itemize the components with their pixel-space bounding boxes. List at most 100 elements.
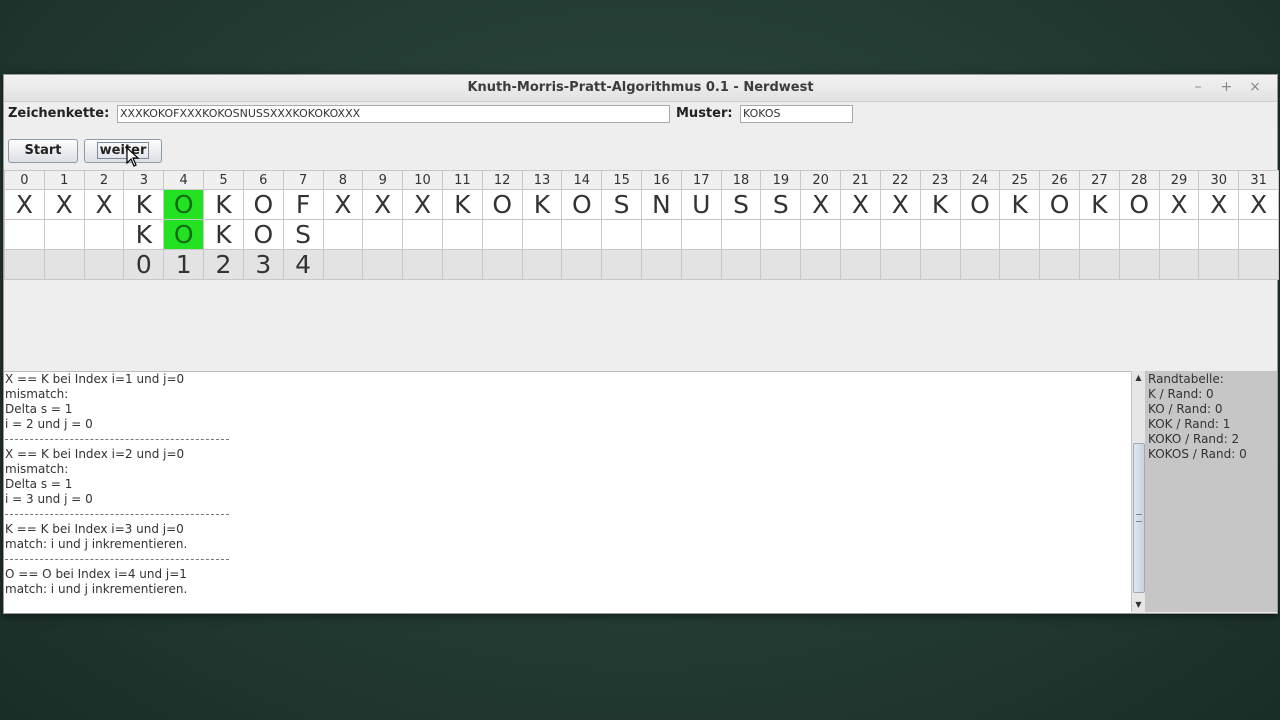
pattern-cell bbox=[1158, 219, 1200, 250]
scroll-up-icon[interactable]: ▲ bbox=[1132, 372, 1145, 384]
pattern-cell bbox=[601, 219, 642, 250]
index-cell: 9 bbox=[362, 170, 404, 190]
maximize-icon[interactable]: + bbox=[1215, 79, 1239, 95]
pattern-cell bbox=[840, 219, 881, 250]
prefix-cell bbox=[641, 249, 682, 280]
index-cell: 17 bbox=[680, 170, 722, 190]
prefix-cell: 1 bbox=[163, 249, 205, 280]
prefix-cell bbox=[322, 249, 364, 280]
window-title: Knuth-Morris-Pratt-Algorithmus 0.1 - Ner… bbox=[467, 80, 814, 95]
prefix-cell bbox=[1078, 249, 1120, 280]
text-cell: U bbox=[680, 189, 722, 220]
log-scrollbar[interactable]: ▲ ▼ bbox=[1131, 371, 1145, 612]
prefix-cell bbox=[1039, 249, 1080, 280]
text-cell: O bbox=[561, 189, 603, 220]
mouse-cursor-icon bbox=[126, 147, 140, 167]
pattern-cell bbox=[561, 219, 603, 250]
index-cell: 4 bbox=[163, 170, 205, 190]
text-cell: X bbox=[402, 189, 443, 220]
text-cell: X bbox=[879, 189, 921, 220]
text-cell: N bbox=[641, 189, 682, 220]
pattern-cell bbox=[919, 219, 961, 250]
log-line: mismatch: bbox=[5, 462, 69, 476]
rand-table-panel: Randtabelle: K / Rand: 0 KO / Rand: 0 KO… bbox=[1145, 371, 1277, 612]
index-cell: 28 bbox=[1118, 170, 1160, 190]
prefix-cell bbox=[760, 249, 802, 280]
scroll-down-icon[interactable]: ▼ bbox=[1132, 599, 1145, 611]
text-cell: S bbox=[601, 189, 642, 220]
index-row: 0 1 2 3 4 5 6 7 8 9 10 11 12 13 14 15 16 17 18 19 20 21 22 23 24… bbox=[4, 170, 1279, 190]
prefix-cell bbox=[800, 249, 842, 280]
index-cell: 1 bbox=[43, 170, 85, 190]
rand-table-entry: KOKOS / Rand: 0 bbox=[1148, 447, 1247, 461]
prefix-cell: 3 bbox=[242, 249, 284, 280]
prefix-cell bbox=[402, 249, 443, 280]
minimize-icon[interactable]: – bbox=[1186, 79, 1210, 95]
main-window: Knuth-Morris-Pratt-Algorithmus 0.1 - Ner… bbox=[3, 74, 1279, 614]
index-cell: 21 bbox=[840, 170, 881, 190]
text-input[interactable]: XXXKOKOFXXXKOKOSNUSSXXXKOKOKOXXX bbox=[117, 105, 670, 123]
pattern-cell: K bbox=[203, 219, 244, 250]
prefix-cell bbox=[43, 249, 85, 280]
text-cell: X bbox=[362, 189, 404, 220]
log-line: i = 3 und j = 0 bbox=[5, 492, 93, 506]
pattern-cell: S bbox=[282, 219, 324, 250]
pattern-cell bbox=[521, 219, 563, 250]
prefix-row: 01234 bbox=[4, 249, 1279, 280]
index-cell: 30 bbox=[1198, 170, 1240, 190]
index-cell: 27 bbox=[1078, 170, 1120, 190]
text-cell: O bbox=[242, 189, 284, 220]
pattern-cell bbox=[1078, 219, 1120, 250]
log-line: X == K bei Index i=2 und j=0 bbox=[5, 447, 185, 461]
index-cell: 19 bbox=[760, 170, 802, 190]
text-cell: K bbox=[999, 189, 1041, 220]
index-cell: 10 bbox=[402, 170, 443, 190]
index-cell: 20 bbox=[800, 170, 842, 190]
pattern-cell bbox=[1238, 219, 1279, 250]
text-cell: X bbox=[322, 189, 364, 220]
text-cell: X bbox=[43, 189, 85, 220]
start-button-label: Start bbox=[24, 143, 62, 158]
pattern-cell bbox=[481, 219, 523, 250]
index-cell: 7 bbox=[282, 170, 324, 190]
text-cell: O bbox=[163, 189, 205, 220]
text-cell: X bbox=[1158, 189, 1200, 220]
prefix-cell bbox=[919, 249, 961, 280]
pattern-cell: O bbox=[163, 219, 205, 250]
index-cell: 12 bbox=[481, 170, 523, 190]
prefix-cell bbox=[1198, 249, 1240, 280]
index-cell: 13 bbox=[521, 170, 563, 190]
text-cell: O bbox=[1118, 189, 1160, 220]
index-cell: 23 bbox=[919, 170, 961, 190]
rand-table-entry: K / Rand: 0 bbox=[1148, 387, 1214, 401]
next-button[interactable]: weiter bbox=[84, 139, 162, 163]
text-cell: X bbox=[83, 189, 125, 220]
text-cell: O bbox=[481, 189, 523, 220]
pattern-cell: O bbox=[242, 219, 284, 250]
text-cell: S bbox=[720, 189, 762, 220]
prefix-cell bbox=[720, 249, 762, 280]
prefix-cell bbox=[1238, 249, 1279, 280]
index-cell: 0 bbox=[4, 170, 45, 190]
index-cell: 31 bbox=[1238, 170, 1279, 190]
text-cell: X bbox=[840, 189, 881, 220]
log-separator bbox=[4, 432, 1131, 447]
rand-table-title: Randtabelle: bbox=[1148, 372, 1224, 386]
text-cell: F bbox=[282, 189, 324, 220]
text-label: Zeichenkette: bbox=[8, 106, 110, 121]
index-cell: 24 bbox=[959, 170, 1001, 190]
text-cell: S bbox=[760, 189, 802, 220]
log-area[interactable]: X == K bei Index i=1 und j=0 mismatch: Del… bbox=[4, 371, 1131, 613]
prefix-cell bbox=[601, 249, 642, 280]
text-cell: O bbox=[1039, 189, 1080, 220]
log-line: i = 2 und j = 0 bbox=[5, 417, 93, 431]
index-cell: 25 bbox=[999, 170, 1041, 190]
scroll-thumb[interactable] bbox=[1133, 443, 1145, 593]
index-cell: 11 bbox=[441, 170, 483, 190]
index-cell: 22 bbox=[879, 170, 921, 190]
start-button[interactable]: Start bbox=[8, 139, 78, 163]
prefix-cell bbox=[879, 249, 921, 280]
prefix-cell bbox=[680, 249, 722, 280]
pattern-input[interactable]: KOKOS bbox=[740, 105, 853, 123]
close-icon[interactable]: × bbox=[1243, 79, 1267, 95]
